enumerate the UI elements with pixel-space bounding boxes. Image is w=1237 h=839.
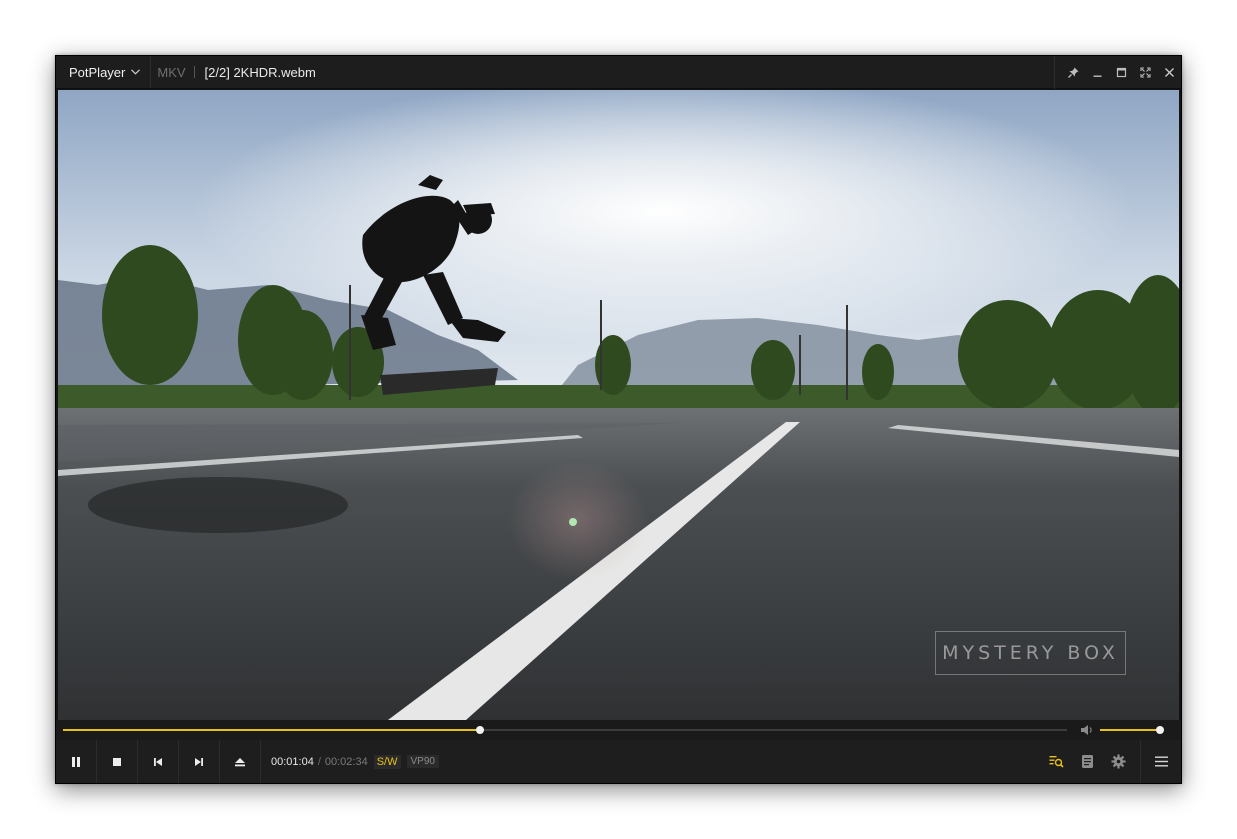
title-bar: PotPlayer MKV [2/2] 2KHDR.webm: [56, 56, 1181, 89]
maximize-button[interactable]: [1109, 56, 1133, 89]
app-name: PotPlayer: [69, 64, 126, 80]
volume-level: [1100, 729, 1160, 731]
decoder-badge[interactable]: S/W: [373, 754, 401, 769]
close-button[interactable]: [1157, 56, 1181, 89]
notes-button[interactable]: [1072, 740, 1103, 783]
seek-handle[interactable]: [475, 726, 484, 734]
video-frame[interactable]: MYSTERY BOX: [58, 90, 1179, 720]
playlist-button[interactable]: [1041, 740, 1072, 783]
hamburger-menu-icon: [1154, 756, 1168, 767]
fullscreen-icon: [1139, 67, 1151, 78]
potplayer-window: PotPlayer MKV [2/2] 2KHDR.webm MYSTERY B…: [55, 55, 1182, 784]
time-display: 00:01:04 / 00:02:34: [271, 756, 368, 768]
previous-icon: [154, 757, 162, 766]
stop-button[interactable]: [97, 740, 138, 783]
notes-icon: [1082, 755, 1093, 768]
playlist-search-icon: [1049, 756, 1064, 768]
minimize-icon: [1093, 75, 1101, 77]
settings-button[interactable]: [1103, 740, 1134, 783]
volume-slider[interactable]: [1100, 726, 1164, 734]
minimize-button[interactable]: [1085, 56, 1109, 89]
pause-button[interactable]: [56, 740, 97, 783]
next-button[interactable]: [179, 740, 220, 783]
seek-row: [56, 720, 1181, 740]
chevron-down-icon: [131, 69, 141, 75]
total-time: 00:02:34: [324, 755, 368, 768]
previous-button[interactable]: [138, 740, 179, 783]
video-watermark: MYSTERY BOX: [935, 631, 1126, 675]
codec-badge[interactable]: VP90: [406, 755, 439, 768]
container-format: MKV: [157, 64, 186, 80]
next-icon: [195, 757, 203, 766]
window-controls: [1054, 56, 1181, 89]
maximize-icon: [1116, 67, 1126, 78]
seek-bar[interactable]: [63, 726, 1067, 734]
time-separator: /: [317, 755, 321, 768]
right-controls: [1041, 740, 1181, 783]
file-title: [2/2] 2KHDR.webm: [204, 64, 316, 80]
volume-handle[interactable]: [1155, 726, 1164, 734]
current-time: 00:01:04: [271, 755, 314, 768]
eject-icon: [235, 757, 245, 766]
pin-icon: [1067, 67, 1078, 78]
volume-icon[interactable]: [1080, 723, 1094, 737]
pin-button[interactable]: [1061, 56, 1085, 89]
control-bar: 00:01:04 / 00:02:34 S/W VP90: [56, 740, 1181, 783]
app-menu-button[interactable]: PotPlayer: [56, 56, 152, 88]
close-icon: [1164, 68, 1174, 77]
stop-icon: [113, 757, 121, 766]
main-menu-button[interactable]: [1141, 740, 1181, 783]
seek-progress: [63, 729, 480, 731]
fullscreen-button[interactable]: [1133, 56, 1157, 89]
pause-icon: [72, 756, 80, 767]
gear-icon: [1111, 754, 1126, 769]
eject-button[interactable]: [220, 740, 261, 783]
video-scene: [58, 90, 1179, 720]
